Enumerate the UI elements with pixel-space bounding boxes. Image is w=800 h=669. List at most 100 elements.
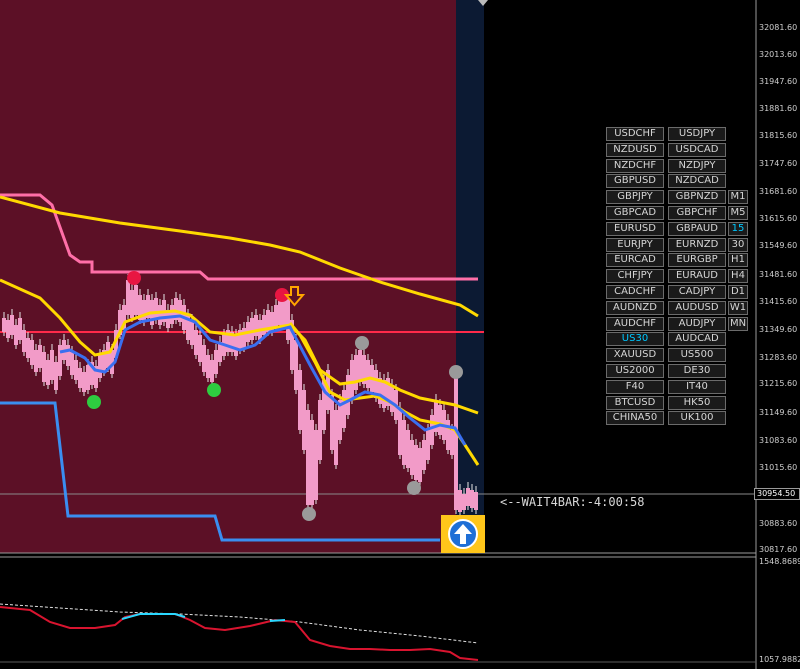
symbol-button-audcad[interactable]: AUDCAD xyxy=(668,332,726,346)
candle-body xyxy=(82,372,86,392)
symbol-button-gbpjpy[interactable]: GBPJPY xyxy=(606,190,664,204)
symbol-button-eurnzd[interactable]: EURNZD xyxy=(668,238,726,252)
timeframe-button-m5[interactable]: M5 xyxy=(728,206,748,220)
candle-body xyxy=(86,365,90,390)
symbol-button-de30[interactable]: DE30 xyxy=(668,364,726,378)
candle-body xyxy=(58,345,62,376)
candle-body xyxy=(98,355,102,378)
symbol-button-gbpusd[interactable]: GBPUSD xyxy=(606,174,664,188)
symbol-button-eurcad[interactable]: EURCAD xyxy=(606,253,664,267)
candle-body xyxy=(286,300,290,340)
osc-cyan-line xyxy=(269,619,286,622)
current-price-label: 30954.50 xyxy=(754,488,800,500)
symbol-button-us500[interactable]: US500 xyxy=(668,348,726,362)
symbol-button-hk50[interactable]: HK50 xyxy=(668,396,726,410)
timeframe-button-h4[interactable]: H4 xyxy=(728,269,748,283)
price-tick-label: 32081.60 xyxy=(759,23,798,32)
candle-body xyxy=(294,340,298,390)
timeframe-button-d1[interactable]: D1 xyxy=(728,285,748,299)
symbol-button-eurgbp[interactable]: EURGBP xyxy=(668,253,726,267)
candle-body xyxy=(402,420,406,465)
gray-dot xyxy=(302,507,316,521)
timeframe-button-w1[interactable]: W1 xyxy=(728,301,748,315)
price-tick-label: 31215.60 xyxy=(759,379,798,388)
symbol-button-nzdcad[interactable]: NZDCAD xyxy=(668,174,726,188)
price-tick-label: 31349.60 xyxy=(759,325,798,334)
gray-dot xyxy=(355,336,369,350)
symbol-button-chfjpy[interactable]: CHFJPY xyxy=(606,269,664,283)
symbol-button-audjpy[interactable]: AUDJPY xyxy=(668,317,726,331)
price-tick-label: 31083.60 xyxy=(759,436,798,445)
price-tick-label: 31747.60 xyxy=(759,159,798,168)
symbol-button-gbpnzd[interactable]: GBPNZD xyxy=(668,190,726,204)
candle-body xyxy=(462,494,466,510)
candle-body xyxy=(210,360,214,382)
candle-body xyxy=(190,320,194,345)
candle-body xyxy=(278,300,282,325)
candle-body xyxy=(198,335,202,362)
symbol-button-gbpchf[interactable]: GBPCHF xyxy=(668,206,726,220)
candle-body xyxy=(298,370,302,430)
candle-body xyxy=(206,355,210,378)
candle-body xyxy=(406,430,410,468)
symbol-button-usdjpy[interactable]: USDJPY xyxy=(668,127,726,141)
symbol-button-audnzd[interactable]: AUDNZD xyxy=(606,301,664,315)
symbol-button-usdcad[interactable]: USDCAD xyxy=(668,143,726,157)
candle-body xyxy=(234,335,238,356)
chart-area xyxy=(0,0,456,553)
symbol-button-cadchf[interactable]: CADCHF xyxy=(606,285,664,299)
symbol-button-audchf[interactable]: AUDCHF xyxy=(606,317,664,331)
symbol-button-eurjpy[interactable]: EURJPY xyxy=(606,238,664,252)
buy-signal-button[interactable] xyxy=(441,515,485,553)
price-tick-label: 31947.60 xyxy=(759,77,798,86)
symbol-button-eurusd[interactable]: EURUSD xyxy=(606,222,664,236)
candle-body xyxy=(306,410,310,505)
up-arrow-icon xyxy=(448,519,478,549)
candle-body xyxy=(214,350,218,374)
symbol-button-us2000[interactable]: US2000 xyxy=(606,364,664,378)
candle-body xyxy=(202,345,206,372)
candle-body xyxy=(346,375,350,415)
candle-body xyxy=(446,420,450,450)
price-tick-label: 31149.60 xyxy=(759,408,798,417)
symbol-button-nzdjpy[interactable]: NZDJPY xyxy=(668,159,726,173)
symbol-button-uk100[interactable]: UK100 xyxy=(668,411,726,425)
symbol-button-f40[interactable]: F40 xyxy=(606,380,664,394)
symbol-button-nzdchf[interactable]: NZDCHF xyxy=(606,159,664,173)
symbol-button-usdchf[interactable]: USDCHF xyxy=(606,127,664,141)
symbol-button-xauusd[interactable]: XAUUSD xyxy=(606,348,664,362)
symbol-button-cadjpy[interactable]: CADJPY xyxy=(668,285,726,299)
timeframe-button-m1[interactable]: M1 xyxy=(728,190,748,204)
timeframe-button-30[interactable]: 30 xyxy=(728,238,748,252)
candle-body xyxy=(22,330,26,352)
symbol-button-it40[interactable]: IT40 xyxy=(668,380,726,394)
chart-shift-marker[interactable] xyxy=(478,0,488,6)
price-tick-label: 30883.60 xyxy=(759,519,798,528)
red-dot xyxy=(127,271,141,285)
candle-body xyxy=(438,405,442,435)
price-tick-label: 31881.60 xyxy=(759,104,798,113)
timeframe-button-h1[interactable]: H1 xyxy=(728,253,748,267)
candle-body xyxy=(414,445,418,480)
symbol-button-btcusd[interactable]: BTCUSD xyxy=(606,396,664,410)
symbol-button-gbpcad[interactable]: GBPCAD xyxy=(606,206,664,220)
symbol-button-gbpaud[interactable]: GBPAUD xyxy=(668,222,726,236)
candle-body xyxy=(350,360,354,400)
timeframe-button-15[interactable]: 15 xyxy=(728,222,748,236)
candle-body xyxy=(426,430,430,460)
candle-body xyxy=(66,345,70,366)
symbol-button-euraud[interactable]: EURAUD xyxy=(668,269,726,283)
candle-body xyxy=(142,300,146,322)
symbol-button-nzdusd[interactable]: NZDUSD xyxy=(606,143,664,157)
candle-body xyxy=(262,315,266,335)
candle-body xyxy=(250,318,254,340)
symbol-button-us30[interactable]: US30 xyxy=(606,332,664,346)
candle-body xyxy=(154,298,158,320)
candle-body xyxy=(382,380,386,408)
timeframe-button-mn[interactable]: MN xyxy=(728,317,748,331)
candle-body xyxy=(38,345,42,368)
candle-body xyxy=(302,390,306,450)
symbol-button-china50[interactable]: CHINA50 xyxy=(606,411,664,425)
symbol-button-audusd[interactable]: AUDUSD xyxy=(668,301,726,315)
candle-body xyxy=(330,395,334,450)
